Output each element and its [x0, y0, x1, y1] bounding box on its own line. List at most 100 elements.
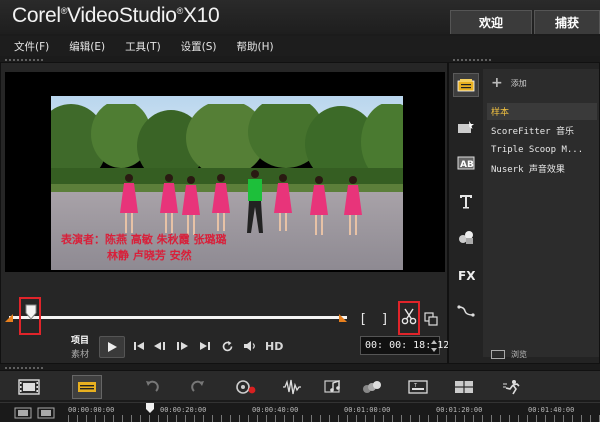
motion-tracking-button[interactable] — [360, 378, 384, 396]
brand-name: Corel — [12, 4, 61, 27]
play-button[interactable] — [99, 336, 125, 358]
redo-icon — [191, 380, 204, 392]
add-folder-button[interactable]: + 添加 — [491, 75, 527, 91]
svg-text:AB: AB — [460, 160, 474, 170]
auto-music-button[interactable] — [322, 378, 346, 396]
list-item[interactable]: Triple Scoop M... — [487, 141, 597, 158]
browse-button[interactable]: 浏览 — [491, 349, 527, 360]
player-panel: 表演者：陈燕 高敏 朱秋霞 张璐璐 林静 卢晓芳 安然 [ ] 项目 素材 HD… — [0, 62, 449, 364]
audio-wave-icon — [283, 379, 301, 395]
path-icon[interactable] — [453, 299, 479, 323]
filmstrip-icon — [18, 379, 40, 395]
split-screen-icon — [455, 381, 473, 393]
hd-preview-toggle[interactable]: HD — [265, 340, 283, 353]
product-version: X10 — [182, 4, 220, 27]
ruler-tick: 00:01:20:00 — [436, 406, 483, 414]
fx-icon[interactable]: FX — [453, 263, 479, 287]
speaker-icon — [244, 341, 255, 351]
ruler-tick: 00:01:40:00 — [528, 406, 575, 414]
title-bar: Corel®VideoStudio®X10 欢迎 捕获 — [0, 0, 600, 34]
repeat-button[interactable] — [219, 337, 235, 355]
media-icon[interactable] — [453, 73, 479, 97]
library-panel: AB FX + 添加 样本 ScoreFitter 音乐 Triple Scoo… — [448, 62, 600, 364]
record-capture-button[interactable] — [234, 378, 258, 396]
storyboard-view-button[interactable] — [16, 377, 42, 397]
menu-edit[interactable]: 编辑(E) — [69, 39, 105, 54]
redo-button[interactable] — [186, 378, 210, 396]
library-category-bar: AB FX — [449, 69, 483, 359]
timeline-icon — [78, 382, 96, 392]
mark-out-button[interactable]: ] — [381, 312, 389, 327]
graphic-icon[interactable] — [453, 225, 479, 249]
timeline-toolbar: T — [0, 370, 600, 400]
menu-tools[interactable]: 工具(T) — [125, 39, 161, 54]
previous-frame-button[interactable] — [151, 337, 169, 355]
credits-line-2: 林静 卢晓芳 安然 — [107, 249, 192, 262]
svg-text:FX: FX — [458, 269, 475, 282]
mark-in-button[interactable]: [ — [359, 312, 367, 327]
timeline-view-button[interactable] — [72, 375, 102, 399]
skip-to-start-icon — [134, 342, 144, 350]
ruler-tick: 00:00:00:00 — [68, 406, 115, 414]
credits-line-1: 表演者：陈燕 高敏 朱秋霞 张璐璐 — [61, 233, 227, 246]
list-item[interactable]: 样本 — [487, 103, 597, 120]
video-frame: 表演者：陈燕 高敏 朱秋霞 张璐璐 林静 卢晓芳 安然 — [51, 96, 403, 270]
subtitle-icon: T — [408, 380, 428, 394]
record-icon — [236, 380, 256, 394]
skip-to-end-icon — [200, 342, 210, 350]
home-button[interactable] — [131, 337, 147, 355]
menu-bar: 文件(F) 编辑(E) 工具(T) 设置(S) 帮助(H) — [0, 36, 600, 56]
undo-button[interactable] — [140, 378, 164, 396]
end-button[interactable] — [197, 337, 213, 355]
volume-button[interactable] — [241, 337, 259, 355]
sound-mixer-button[interactable] — [280, 378, 304, 396]
menu-file[interactable]: 文件(F) — [14, 39, 49, 54]
highlight-box-scrubber — [19, 297, 41, 335]
instant-project-icon[interactable] — [453, 115, 479, 139]
trademark-mark: ® — [176, 6, 184, 16]
title-icon[interactable] — [453, 189, 479, 213]
next-frame-button[interactable] — [173, 337, 191, 355]
app-title: Corel®VideoStudio®X10 — [12, 4, 220, 28]
timecode-stepper-icon[interactable] — [431, 339, 437, 353]
scrub-bar[interactable] — [9, 316, 347, 319]
undo-icon — [146, 380, 159, 392]
subtitle-editor-button[interactable]: T — [406, 378, 430, 396]
timecode-field[interactable]: 00: 00: 18: 12 — [360, 336, 449, 355]
plus-icon: + — [491, 75, 503, 91]
repeat-icon — [222, 340, 232, 351]
time-remapping-button[interactable] — [500, 378, 524, 396]
list-item[interactable]: Nuserk 声音效果 — [487, 160, 597, 177]
motion-tracking-icon — [363, 381, 381, 393]
add-label: 添加 — [510, 78, 527, 88]
folder-icon — [491, 350, 505, 359]
video-credits-overlay: 表演者：陈燕 高敏 朱秋霞 张璐璐 林静 卢晓芳 安然 — [61, 232, 227, 264]
multi-camera-button[interactable] — [452, 378, 476, 396]
list-item[interactable]: ScoreFitter 音乐 — [487, 122, 597, 139]
ruler-scale — [68, 415, 600, 422]
mode-project[interactable]: 项目 — [71, 333, 89, 346]
play-icon — [108, 342, 117, 352]
next-frame-icon — [177, 342, 188, 350]
library-list: + 添加 样本 ScoreFitter 音乐 Triple Scoop M...… — [483, 69, 599, 360]
preview-window[interactable]: 表演者：陈燕 高敏 朱秋霞 张璐璐 林静 卢晓芳 安然 — [5, 72, 445, 272]
timeline-ruler[interactable]: 00:00:00:00 00:00:20:00 00:00:40:00 00:0… — [0, 402, 600, 422]
menu-settings[interactable]: 设置(S) — [181, 39, 217, 54]
transition-icon[interactable]: AB — [453, 151, 479, 175]
previous-frame-icon — [154, 342, 165, 350]
product-name: VideoStudio — [67, 4, 177, 27]
tab-capture[interactable]: 捕获 — [534, 10, 600, 34]
highlight-box-split — [398, 301, 420, 335]
track-manager-icon[interactable] — [14, 407, 58, 419]
browse-label: 浏览 — [511, 350, 527, 359]
ruler-tick: 00:00:20:00 — [160, 406, 207, 414]
mode-clip[interactable]: 素材 — [71, 347, 89, 360]
copy-icon[interactable] — [424, 312, 438, 326]
tab-welcome[interactable]: 欢迎 — [450, 10, 532, 34]
registered-mark: ® — [60, 6, 68, 16]
music-note-icon — [324, 380, 340, 393]
ruler-tick: 00:01:00:00 — [344, 406, 391, 414]
menu-help[interactable]: 帮助(H) — [237, 39, 274, 54]
running-man-icon — [503, 380, 520, 395]
ruler-tick: 00:00:40:00 — [252, 406, 299, 414]
